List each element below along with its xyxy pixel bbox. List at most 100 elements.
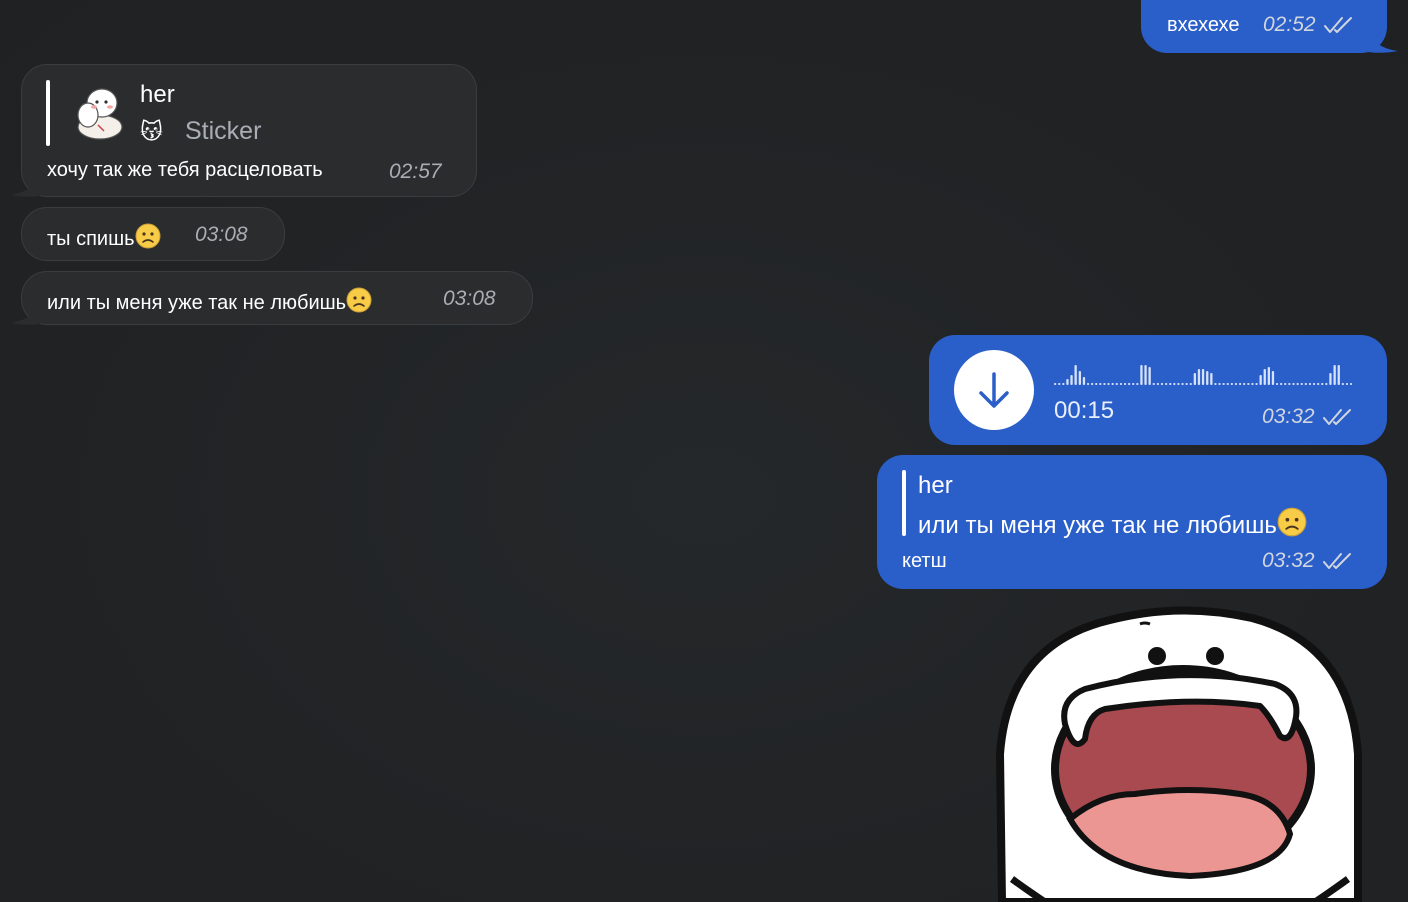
reply-label: Sticker — [185, 117, 262, 145]
waveform-bar — [1247, 383, 1250, 385]
waveform-bar — [1152, 383, 1155, 385]
waveform-bar — [1271, 371, 1275, 385]
message-time: 03:08 — [195, 223, 248, 246]
frowning-face-emoji — [1277, 507, 1307, 537]
reply-author: her — [918, 472, 953, 499]
frowning-face-emoji — [346, 287, 372, 313]
reply-text-content: или ты меня уже так не любишь — [918, 512, 1277, 539]
reply-preview[interactable]: her или ты меня уже так не любишь — [917, 467, 1377, 541]
waveform-bar — [1329, 373, 1332, 385]
message-time: 03:08 — [443, 287, 496, 310]
voice-waveform[interactable] — [1054, 361, 1354, 387]
waveform-bar — [1226, 383, 1229, 385]
waveform-bar — [1148, 367, 1151, 385]
bubble-tail — [11, 300, 40, 325]
waveform-bar — [1058, 383, 1061, 385]
message-meta: 02:52 — [1263, 13, 1354, 37]
waveform-bar — [1165, 383, 1168, 385]
message-text-content: или ты меня уже так не любишь — [47, 292, 347, 314]
waveform-bar — [1160, 383, 1164, 385]
waveform-bar — [1333, 365, 1336, 385]
reply-author: her — [140, 81, 175, 108]
waveform-bar — [1197, 369, 1201, 385]
waveform-bar — [1304, 383, 1307, 385]
waveform-bar — [1284, 383, 1287, 385]
waveform-bar — [1173, 383, 1176, 385]
voice-message[interactable]: 00:15 03:32 — [929, 335, 1387, 445]
waveform-bar — [1177, 383, 1180, 385]
waveform-bar — [1296, 383, 1299, 385]
sticker-eye — [1206, 647, 1224, 665]
waveform-bar — [1255, 383, 1258, 385]
reply-text: или ты меня уже так не любишь — [918, 507, 1307, 540]
waveform-bar — [1288, 383, 1291, 385]
waveform-bar — [1263, 369, 1266, 385]
waveform-bar — [1066, 379, 1069, 385]
waveform-bar — [1234, 383, 1238, 385]
waveform-bar — [1251, 383, 1254, 385]
message-time: 02:57 — [389, 160, 442, 183]
waveform-bar — [1111, 383, 1114, 385]
waveform-bar — [1144, 365, 1147, 385]
waveform-bar — [1062, 383, 1065, 385]
waveform-bar — [1206, 371, 1209, 385]
waveform-bar — [1201, 369, 1205, 385]
waveform-bar — [1325, 383, 1328, 385]
waveform-bar — [1193, 373, 1196, 385]
waveform-bar — [1074, 365, 1077, 385]
message-text-content: ты спишь — [47, 228, 135, 250]
message-time: 02:52 — [1263, 13, 1316, 36]
bubble-tail — [1368, 30, 1398, 53]
waveform-bar — [1317, 383, 1320, 385]
waveform-bar — [1349, 383, 1353, 385]
message-time: 03:32 — [1262, 549, 1315, 572]
waveform-bar — [1185, 383, 1188, 385]
reply-bar — [902, 470, 906, 536]
incoming-message[interactable]: или ты меня уже так не любишь 03:08 — [21, 271, 533, 325]
waveform-bar — [1156, 383, 1159, 385]
waveform-bar — [1082, 377, 1086, 385]
incoming-message[interactable]: her 😽 Sticker хочу так же тебя расцелова… — [21, 64, 477, 197]
outgoing-message[interactable]: вхехехе 02:52 — [1141, 0, 1387, 53]
waveform-bar — [1345, 383, 1349, 385]
waveform-bar — [1115, 383, 1118, 385]
waveform-bar — [1136, 383, 1139, 385]
waveform-bar — [1243, 383, 1246, 385]
waveform-bar — [1086, 383, 1090, 385]
reply-preview[interactable]: her 😽 Sticker — [62, 77, 322, 151]
waveform-bar — [1210, 373, 1213, 385]
waveform-bar — [1132, 383, 1135, 385]
incoming-message[interactable]: ты спишь 03:08 — [21, 207, 285, 261]
waveform-bar — [1259, 375, 1262, 385]
frowning-face-emoji — [135, 223, 161, 249]
waveform-bar — [1292, 383, 1295, 385]
waveform-bar — [1140, 365, 1143, 385]
waveform-bar — [1054, 383, 1057, 385]
sticker-message[interactable] — [990, 604, 1370, 902]
waveform-bar — [1341, 383, 1344, 385]
waveform-bar — [1107, 383, 1110, 385]
waveform-bar — [1337, 365, 1340, 385]
sticker-thumbnail — [77, 88, 123, 140]
waveform-bar — [1128, 383, 1131, 385]
message-text: хочу так же тебя расцеловать — [47, 159, 323, 181]
waveform-bar — [1238, 383, 1242, 385]
waveform-bar — [1091, 383, 1094, 385]
double-check-icon — [1324, 17, 1353, 33]
message-meta: 03:32 — [1262, 549, 1353, 573]
sticker-eye — [1148, 647, 1166, 665]
chat-area[interactable]: вхехехе 02:52 her 😽 Sticker хочу так же … — [0, 0, 1408, 902]
sticker-emoji: 😽 — [140, 119, 163, 144]
download-button[interactable] — [954, 350, 1034, 430]
waveform-bar — [1275, 383, 1279, 385]
voice-duration: 00:15 — [1054, 397, 1115, 424]
message-meta: 03:32 — [1262, 405, 1353, 429]
double-check-icon — [1323, 409, 1352, 425]
waveform-bar — [1070, 375, 1073, 385]
waveform-bar — [1099, 383, 1102, 385]
message-time: 03:32 — [1262, 405, 1315, 428]
waveform-bar — [1267, 367, 1270, 385]
outgoing-message[interactable]: her или ты меня уже так не любишь кетш 0… — [877, 455, 1387, 589]
waveform-bar — [1189, 383, 1192, 385]
waveform-bar — [1222, 383, 1225, 385]
